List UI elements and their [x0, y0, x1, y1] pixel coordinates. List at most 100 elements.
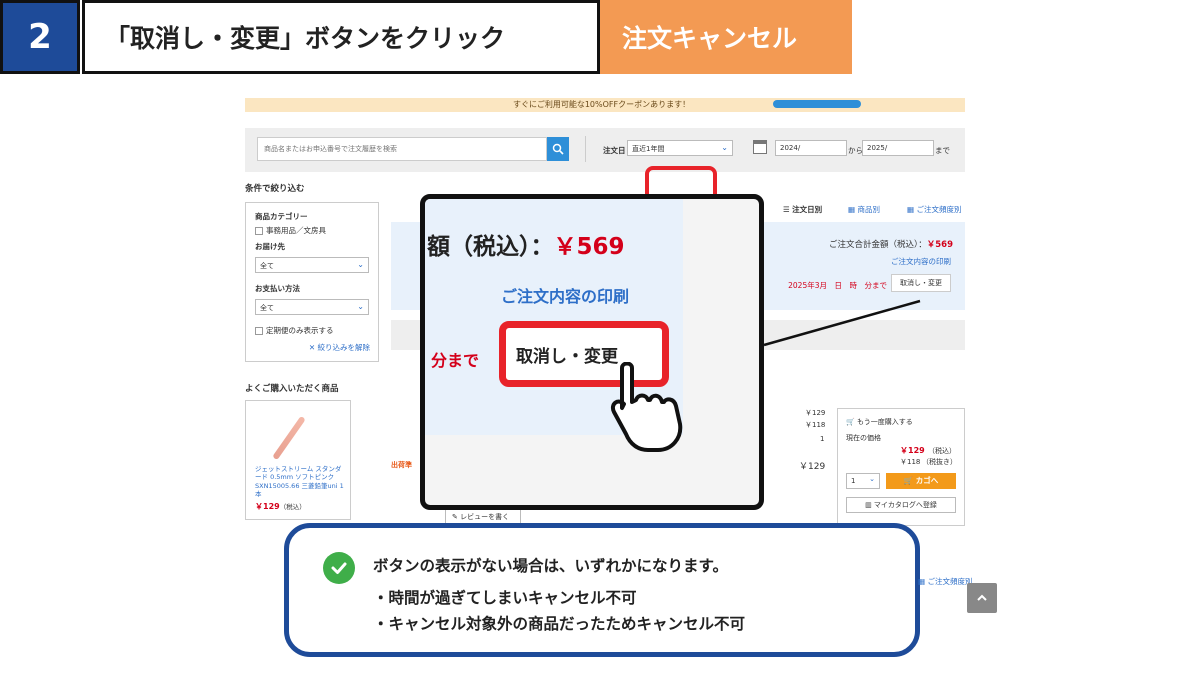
- date-from-input[interactable]: 2024/: [775, 140, 847, 156]
- promo-text: すぐにご利用可能な10%OFFクーポンあります！: [513, 100, 691, 109]
- date-to-input[interactable]: 2025/: [862, 140, 934, 156]
- category-checkbox[interactable]: 事務用品／文房具: [255, 225, 326, 236]
- chevron-down-icon: ⌄: [721, 143, 728, 152]
- reorder-label-text: もう一度購入する: [856, 418, 913, 426]
- payment-select[interactable]: 全て ⌄: [255, 299, 369, 315]
- write-review-button[interactable]: ✎ レビューを書く: [445, 508, 521, 524]
- payment-heading: お支払い方法: [255, 284, 300, 293]
- calendar-icon[interactable]: [753, 140, 767, 154]
- note-item-2: ・キャンセル対象外の商品だったためキャンセル不可: [373, 615, 746, 633]
- line-price-2: ￥118: [805, 421, 826, 429]
- zoom-order-total: 額（税込）：￥569: [427, 227, 625, 261]
- note-box: ボタンの表示がない場合は、いずれかになります。 ・時間が過ぎてしまいキャンセル不…: [284, 523, 920, 657]
- clear-filter-link[interactable]: ✕ 絞り込みを解除: [309, 342, 370, 353]
- chevron-down-icon: ⌄: [357, 302, 364, 311]
- divider: [585, 136, 586, 162]
- category-heading: 商品カテゴリー: [255, 212, 308, 221]
- zoom-total-value: ￥569: [553, 234, 625, 260]
- view-by-product-label: 商品別: [857, 205, 880, 214]
- line-total: ￥129: [799, 462, 826, 472]
- step-title: 「取消し・変更」ボタンをクリック: [82, 0, 600, 74]
- view-by-frequency-link[interactable]: ▦ ご注文頻度別: [907, 204, 961, 215]
- until-label: まで: [935, 146, 950, 155]
- product-name[interactable]: ジェットストリーム スタンダード 0.5mm ソフトピンク SXN15005.6…: [255, 465, 347, 499]
- zoom-cancel-label: 取消し・変更: [516, 347, 618, 367]
- promo-button[interactable]: [773, 100, 861, 108]
- delivery-value: 全て: [260, 262, 274, 270]
- zoom-deadline: 分まで: [431, 351, 480, 370]
- add-to-cart-label: カゴへ: [915, 476, 939, 485]
- view-by-product-link[interactable]: ▦ 商品別: [848, 204, 880, 215]
- payment-value: 全て: [260, 304, 274, 312]
- current-price-incl: ￥129: [900, 446, 925, 455]
- pencil-icon: ✎: [452, 513, 461, 521]
- line-qty: 1: [820, 435, 825, 443]
- current-price-excl-note: （税抜き）: [922, 458, 957, 466]
- reorder-card: 🛒 もう一度購入する 現在の価格 ￥129 （税込） ￥118 （税抜き） 1 ⌄…: [837, 408, 965, 526]
- filter-title: 条件で絞り込む: [245, 184, 305, 194]
- search-icon: [552, 143, 564, 155]
- pointing-hand-icon: [611, 362, 683, 452]
- quantity-select[interactable]: 1 ⌄: [846, 473, 880, 489]
- reorder-label: 🛒 もう一度購入する: [846, 417, 913, 427]
- order-total-value: ￥569: [926, 240, 953, 250]
- current-price-label: 現在の価格: [846, 434, 881, 442]
- search-input[interactable]: [257, 137, 547, 161]
- current-price-excl: ￥118: [900, 458, 921, 466]
- search-bar: 注文日 直近1年間 ⌄ 2024/ から 2025/ まで: [245, 128, 965, 172]
- add-to-catalog-button[interactable]: ▥ マイカタログへ登録: [846, 497, 956, 513]
- search-button[interactable]: [547, 137, 569, 161]
- cancel-change-button[interactable]: 取消し・変更: [891, 274, 951, 292]
- order-total: ご注文合計金額（税込）：￥569: [829, 238, 953, 250]
- favorite-product-card[interactable]: ジェットストリーム スタンダード 0.5mm ソフトピンク SXN15005.6…: [245, 400, 351, 520]
- view-by-date-link[interactable]: ☰ 注文日別: [783, 204, 822, 215]
- footer-frequency-label: ご注文頻度別: [927, 577, 973, 586]
- view-by-frequency-label: ご注文頻度別: [916, 205, 962, 214]
- review-label: レビューを書く: [460, 513, 510, 521]
- product-price-value: ￥129: [255, 502, 280, 511]
- category-option-label: 事務用品／文房具: [266, 226, 326, 235]
- delivery-select[interactable]: 全て ⌄: [255, 257, 369, 273]
- add-to-cart-button[interactable]: 🛒 カゴへ: [886, 473, 956, 489]
- order-total-label: ご注文合計金額（税込）：: [828, 240, 927, 250]
- order-date-label: 注文日: [603, 146, 626, 155]
- step-tag: 注文キャンセル: [600, 0, 852, 74]
- pen-image: [272, 415, 306, 461]
- filter-panel: 商品カテゴリー 事務用品／文房具 お届け先 全て ⌄ お支払い方法 全て ⌄ 定…: [245, 202, 379, 362]
- tax-note: （税込）: [279, 503, 306, 511]
- checkbox-icon: [255, 326, 263, 335]
- scroll-to-top-button[interactable]: [967, 583, 997, 613]
- subscription-label: 定期便のみ表示する: [266, 326, 334, 335]
- zoom-print-link[interactable]: ご注文内容の印刷: [501, 283, 629, 307]
- zoom-callout: 額（税込）：￥569 ご注文内容の印刷 分まで 取消し・変更: [420, 194, 764, 510]
- cart-icon: 🛒: [846, 418, 855, 426]
- add-to-catalog-label: マイカタログへ登録: [873, 501, 937, 509]
- chevron-up-icon: [977, 594, 987, 601]
- current-price-incl-note: （税込）: [928, 447, 956, 455]
- favorites-title: よくご購入いただく商品: [245, 384, 339, 394]
- step-number: 2: [0, 0, 80, 74]
- footer-frequency-link[interactable]: ▦ ご注文頻度別: [918, 576, 972, 587]
- delivery-heading: お届け先: [255, 242, 285, 251]
- checkbox-icon: [255, 226, 263, 235]
- period-select[interactable]: 直近1年間 ⌄: [627, 140, 733, 156]
- cancel-deadline: 2025年3月 日 時 分まで: [788, 281, 887, 290]
- promo-banner[interactable]: すぐにご利用可能な10%OFFクーポンあります！: [245, 98, 965, 112]
- chevron-down-icon: ⌄: [357, 260, 364, 269]
- subscription-checkbox[interactable]: 定期便のみ表示する: [255, 325, 334, 336]
- note-main-text: ボタンの表示がない場合は、いずれかになります。: [373, 557, 728, 575]
- note-item-1: ・時間が過ぎてしまいキャンセル不可: [373, 589, 637, 607]
- view-by-date-label: 注文日別: [792, 205, 823, 214]
- book-icon: ▥: [865, 501, 874, 509]
- qty-value: 1: [851, 477, 856, 485]
- chevron-down-icon: ⌄: [869, 475, 875, 483]
- check-circle-icon: [323, 552, 355, 584]
- from-label: から: [848, 146, 863, 155]
- zoom-total-label: 額（税込）：: [427, 234, 554, 260]
- cart-icon: 🛒: [903, 476, 916, 485]
- print-order-link[interactable]: ご注文内容の印刷: [891, 256, 951, 267]
- shipping-status: 出荷準: [391, 461, 412, 469]
- period-value: 直近1年間: [632, 145, 665, 153]
- product-price: ￥129（税込）: [255, 501, 306, 512]
- line-price-1: ￥129: [805, 409, 826, 417]
